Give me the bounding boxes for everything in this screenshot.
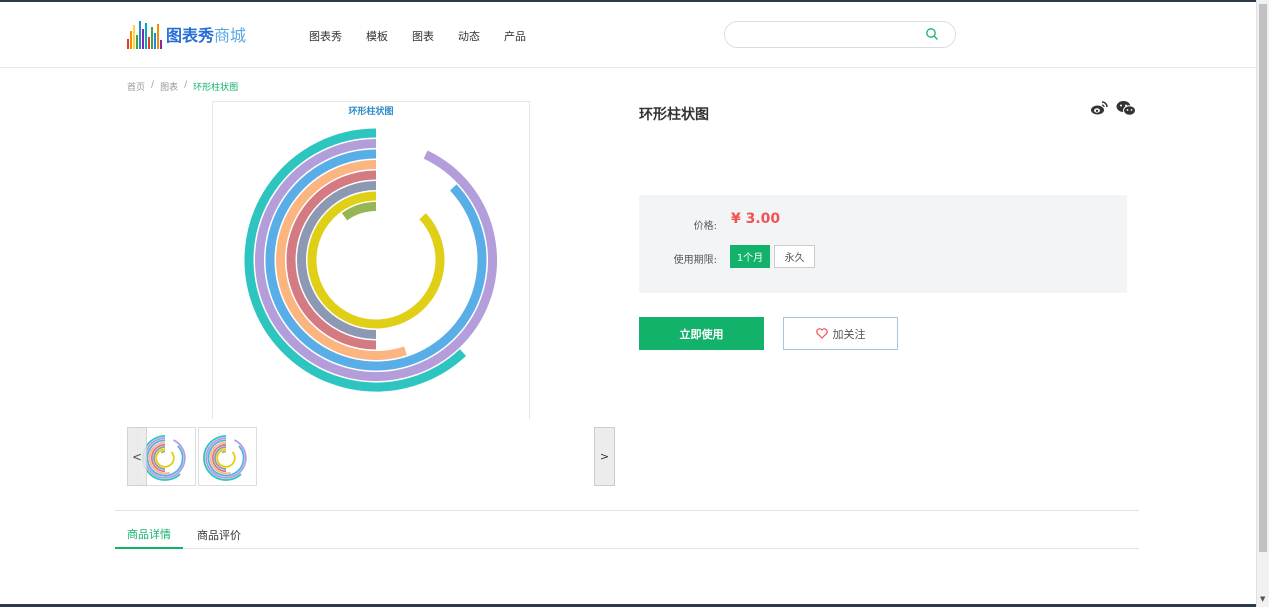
breadcrumb-charts[interactable]: 图表 — [160, 80, 178, 93]
nav-item-products[interactable]: 产品 — [504, 28, 526, 44]
section-divider — [115, 510, 1139, 511]
breadcrumb: 首页 / 图表 / 环形柱状图 — [127, 80, 238, 93]
wechat-icon[interactable] — [1116, 100, 1136, 116]
brand-name: 图表秀 — [166, 26, 215, 45]
period-option-permanent[interactable]: 永久 — [774, 245, 815, 268]
main-nav: 图表秀 模板 图表 动态 产品 — [309, 28, 526, 44]
ring-bar — [221, 450, 227, 454]
follow-button[interactable]: 加关注 — [783, 317, 898, 350]
ring-bar — [341, 202, 377, 221]
thumbnail-next-button[interactable]: > — [594, 427, 615, 486]
radial-bar-chart — [244, 128, 497, 392]
share-icons — [1090, 100, 1136, 116]
site-logo[interactable]: 图表秀商城 — [127, 16, 246, 52]
thumbnail-strip: < > — [127, 427, 615, 486]
logo-text: 图表秀商城 — [166, 22, 246, 46]
search-input[interactable] — [737, 26, 927, 44]
scroll-down-icon[interactable]: ▼ — [1260, 595, 1265, 603]
detail-tabs: 商品详情 商品评价 — [115, 520, 1139, 549]
brand-sub: 商城 — [214, 26, 247, 45]
tab-product-reviews[interactable]: 商品评价 — [185, 520, 253, 549]
scrollbar-thumb[interactable] — [1259, 4, 1267, 552]
nav-item-news[interactable]: 动态 — [458, 28, 480, 44]
use-now-button[interactable]: 立即使用 — [639, 317, 764, 350]
breadcrumb-separator: / — [151, 80, 155, 90]
period-option-1-month[interactable]: 1个月 — [730, 245, 770, 268]
heart-icon — [815, 328, 828, 339]
search-box — [724, 21, 956, 48]
breadcrumb-separator: / — [184, 80, 188, 90]
breadcrumb-current: 环形柱状图 — [193, 83, 239, 93]
search-icon[interactable] — [925, 27, 939, 41]
nav-item-home[interactable]: 图表秀 — [309, 28, 342, 44]
price-panel: 价格: ¥ 3.00 使用期限: 1个月 永久 — [639, 195, 1127, 293]
price-value: ¥ 3.00 — [731, 211, 781, 227]
breadcrumb-home[interactable]: 首页 — [127, 80, 145, 93]
tab-product-details[interactable]: 商品详情 — [115, 520, 183, 549]
thumbnail-chart-icon — [203, 435, 247, 481]
nav-item-charts[interactable]: 图表 — [412, 28, 434, 44]
nav-item-templates[interactable]: 模板 — [366, 28, 388, 44]
thumbnail-prev-button[interactable]: < — [127, 427, 147, 486]
ring-bar — [307, 191, 445, 329]
weibo-icon[interactable] — [1090, 100, 1108, 116]
price-label: 价格: — [693, 221, 717, 232]
page-scrollbar[interactable]: ▼ — [1256, 0, 1269, 607]
product-title: 环形柱状图 — [639, 107, 709, 123]
logo-bars-icon — [127, 19, 162, 49]
period-label: 使用期限: — [673, 255, 717, 266]
site-header: 图表秀商城 图表秀 模板 图表 动态 产品 — [0, 2, 1256, 68]
ring-bar — [160, 450, 166, 454]
thumbnail-2[interactable] — [198, 427, 257, 486]
chart-preview: 环形柱状图 — [212, 101, 530, 419]
follow-button-label: 加关注 — [832, 327, 866, 341]
